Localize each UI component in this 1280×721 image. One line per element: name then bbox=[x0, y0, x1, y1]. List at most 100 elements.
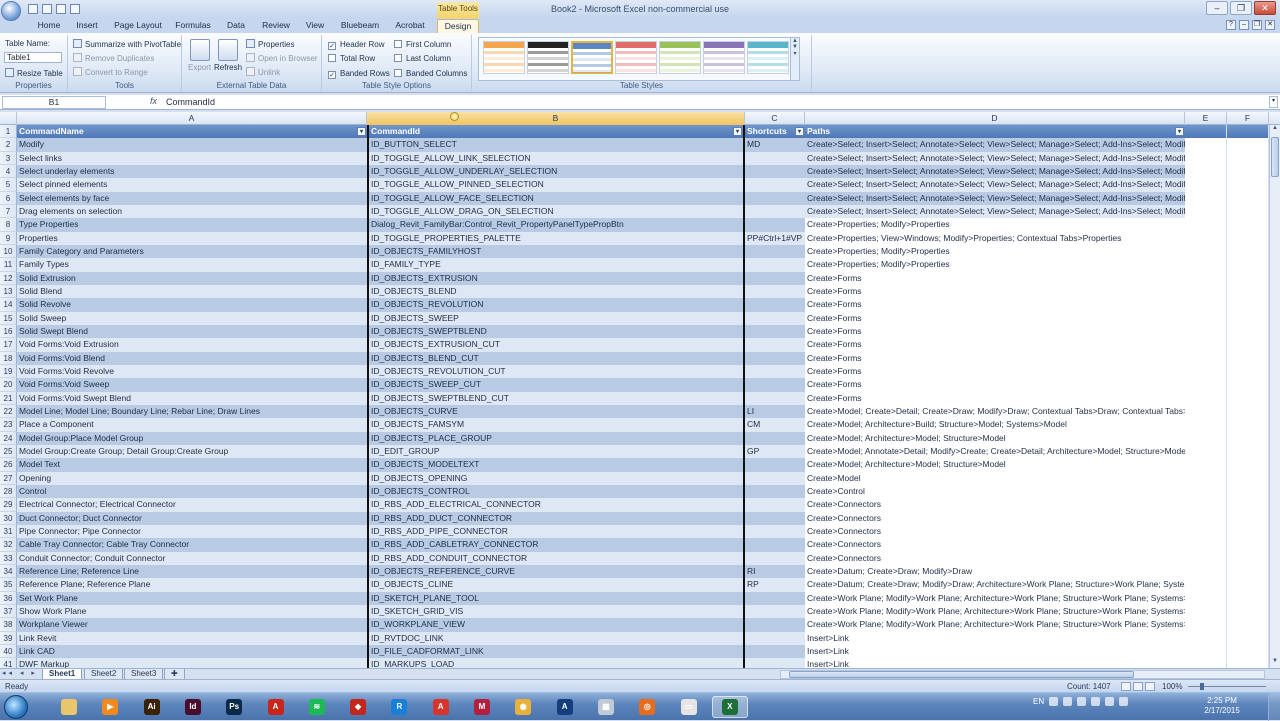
empty-cell[interactable] bbox=[1185, 351, 1227, 365]
row-number[interactable]: 12 bbox=[0, 271, 17, 285]
row-number[interactable]: 8 bbox=[0, 218, 17, 232]
table-cell[interactable] bbox=[745, 538, 805, 552]
empty-cell[interactable] bbox=[1185, 191, 1227, 205]
table-cell[interactable]: Place a Component bbox=[17, 418, 367, 432]
table-name-input[interactable]: Table1 bbox=[4, 52, 62, 63]
empty-cell[interactable] bbox=[1227, 471, 1269, 485]
table-cell[interactable]: Solid Blend bbox=[17, 284, 367, 299]
row-number[interactable]: 6 bbox=[0, 191, 17, 205]
filter-dropdown-icon[interactable]: ▾ bbox=[795, 127, 804, 136]
row-number[interactable]: 4 bbox=[0, 164, 17, 179]
table-cell[interactable]: ID_OBJECTS_BLEND_CUT bbox=[367, 351, 745, 365]
refresh-icon[interactable] bbox=[218, 39, 238, 61]
taskbar-grid-icon[interactable]: ▦ bbox=[588, 696, 624, 718]
gallery-scroll[interactable]: ▲ ▼ ▾ bbox=[790, 38, 799, 80]
table-cell[interactable]: Model Group:Create Group; Detail Group:C… bbox=[17, 444, 367, 459]
table-cell[interactable]: Link Revit bbox=[17, 631, 367, 645]
row-number[interactable]: 27 bbox=[0, 471, 17, 485]
table-cell[interactable]: Electrical Connector; Electrical Connect… bbox=[17, 498, 367, 512]
row-number[interactable]: 10 bbox=[0, 244, 17, 259]
table-cell[interactable]: ID_OBJECTS_CONTROL bbox=[367, 484, 745, 499]
table-cell[interactable]: Create>Forms bbox=[805, 338, 1185, 352]
row-number[interactable]: 39 bbox=[0, 631, 17, 645]
table-cell[interactable]: ID_MARKUPS_LOAD bbox=[367, 658, 745, 668]
table-cell[interactable] bbox=[745, 378, 805, 392]
table-cell[interactable]: ID_WORKPLANE_VIEW bbox=[367, 618, 745, 632]
table-cell[interactable]: Void Forms:Void Sweep bbox=[17, 378, 367, 392]
empty-cell[interactable] bbox=[1185, 151, 1227, 165]
table-cell[interactable]: ID_OBJECTS_SWEPTBLEND_CUT bbox=[367, 391, 745, 405]
empty-cell[interactable] bbox=[1227, 284, 1269, 299]
row-number[interactable]: 29 bbox=[0, 498, 17, 512]
empty-cell[interactable] bbox=[1185, 658, 1227, 668]
table-cell[interactable] bbox=[745, 324, 805, 339]
empty-cell[interactable] bbox=[1227, 324, 1269, 339]
empty-cell[interactable] bbox=[1227, 578, 1269, 592]
horizontal-scroll-thumb[interactable] bbox=[789, 671, 1134, 678]
empty-cell[interactable] bbox=[1185, 471, 1227, 485]
table-cell[interactable]: ID_OBJECTS_FAMILYHOST bbox=[367, 244, 745, 259]
row-number[interactable]: 25 bbox=[0, 444, 17, 459]
banded-rows-checkbox[interactable]: ✓ Banded Rows bbox=[328, 69, 390, 79]
taskbar-Ai-icon[interactable]: Ai bbox=[134, 696, 170, 718]
table-cell[interactable]: Family Types bbox=[17, 258, 367, 272]
row-number[interactable]: 7 bbox=[0, 204, 17, 219]
table-cell[interactable]: Create>Properties; Modify>Properties bbox=[805, 218, 1185, 232]
taskbar-revit-a-icon[interactable]: A bbox=[547, 696, 583, 718]
empty-cell[interactable] bbox=[1227, 231, 1269, 245]
taskbar-spotify-icon[interactable]: ≋ bbox=[299, 696, 335, 718]
table-cell[interactable]: ID_OBJECTS_EXTRUSION_CUT bbox=[367, 338, 745, 352]
table-cell[interactable]: Model Group:Place Model Group bbox=[17, 431, 367, 445]
empty-cell[interactable] bbox=[1185, 538, 1227, 552]
table-cell[interactable]: Control bbox=[17, 484, 367, 499]
empty-cell[interactable] bbox=[1185, 218, 1227, 232]
empty-cell[interactable] bbox=[1185, 364, 1227, 379]
first-column-checkbox[interactable]: First Column bbox=[394, 40, 451, 49]
row-number[interactable]: 28 bbox=[0, 484, 17, 499]
table-cell[interactable]: Drag elements on selection bbox=[17, 204, 367, 219]
table-cell[interactable] bbox=[745, 498, 805, 512]
table-cell[interactable]: ID_OBJECTS_MODELTEXT bbox=[367, 458, 745, 472]
row-number[interactable]: 26 bbox=[0, 458, 17, 472]
empty-cell[interactable] bbox=[1227, 151, 1269, 165]
table-cell[interactable]: ID_TOGGLE_ALLOW_DRAG_ON_SELECTION bbox=[367, 204, 745, 219]
taskbar-folder-icon[interactable] bbox=[51, 696, 87, 718]
empty-cell[interactable] bbox=[1227, 271, 1269, 285]
table-cell[interactable]: Void Forms:Void Swept Blend bbox=[17, 391, 367, 405]
table-cell[interactable]: ID_FAMILY_TYPE bbox=[367, 258, 745, 272]
empty-cell[interactable] bbox=[1227, 138, 1269, 152]
total-row-checkbox[interactable]: Total Row bbox=[328, 54, 375, 63]
empty-cell[interactable] bbox=[1227, 125, 1269, 139]
tray-icon[interactable] bbox=[1091, 697, 1101, 706]
table-cell[interactable]: Create>Forms bbox=[805, 311, 1185, 325]
empty-cell[interactable] bbox=[1185, 644, 1227, 659]
table-cell[interactable]: Create>Work Plane; Modify>Work Plane; Ar… bbox=[805, 604, 1185, 619]
export-icon[interactable] bbox=[190, 39, 210, 61]
table-cell[interactable] bbox=[745, 511, 805, 525]
table-cell[interactable]: Insert>Link bbox=[805, 644, 1185, 659]
empty-cell[interactable] bbox=[1185, 524, 1227, 539]
table-cell[interactable]: Link CAD bbox=[17, 644, 367, 659]
table-cell[interactable] bbox=[745, 484, 805, 499]
empty-cell[interactable] bbox=[1227, 484, 1269, 499]
table-cell[interactable]: Solid Sweep bbox=[17, 311, 367, 325]
empty-cell[interactable] bbox=[1185, 298, 1227, 312]
empty-cell[interactable] bbox=[1227, 564, 1269, 579]
table-cell[interactable] bbox=[745, 164, 805, 179]
table-cell[interactable]: Create>Connectors bbox=[805, 511, 1185, 525]
volume-icon[interactable] bbox=[1119, 697, 1129, 706]
table-style-swatch[interactable] bbox=[747, 41, 789, 74]
table-cell[interactable]: Select elements by face bbox=[17, 191, 367, 205]
empty-cell[interactable] bbox=[1227, 218, 1269, 232]
taskbar-firefox-icon[interactable]: ◎ bbox=[629, 696, 665, 718]
table-cell[interactable] bbox=[745, 471, 805, 485]
table-cell[interactable]: Select pinned elements bbox=[17, 178, 367, 192]
table-cell[interactable]: Workplane Viewer bbox=[17, 618, 367, 632]
table-cell[interactable]: Create>Properties; View>Windows; Modify>… bbox=[805, 231, 1185, 245]
table-cell[interactable]: Create>Connectors bbox=[805, 524, 1185, 539]
table-header-cell[interactable]: CommandId ▾ bbox=[367, 125, 745, 139]
table-cell[interactable]: ID_TOGGLE_ALLOW_PINNED_SELECTION bbox=[367, 178, 745, 192]
table-cell[interactable]: Create>Control bbox=[805, 484, 1185, 499]
tray-icon[interactable] bbox=[1049, 697, 1059, 706]
table-cell[interactable] bbox=[745, 178, 805, 192]
